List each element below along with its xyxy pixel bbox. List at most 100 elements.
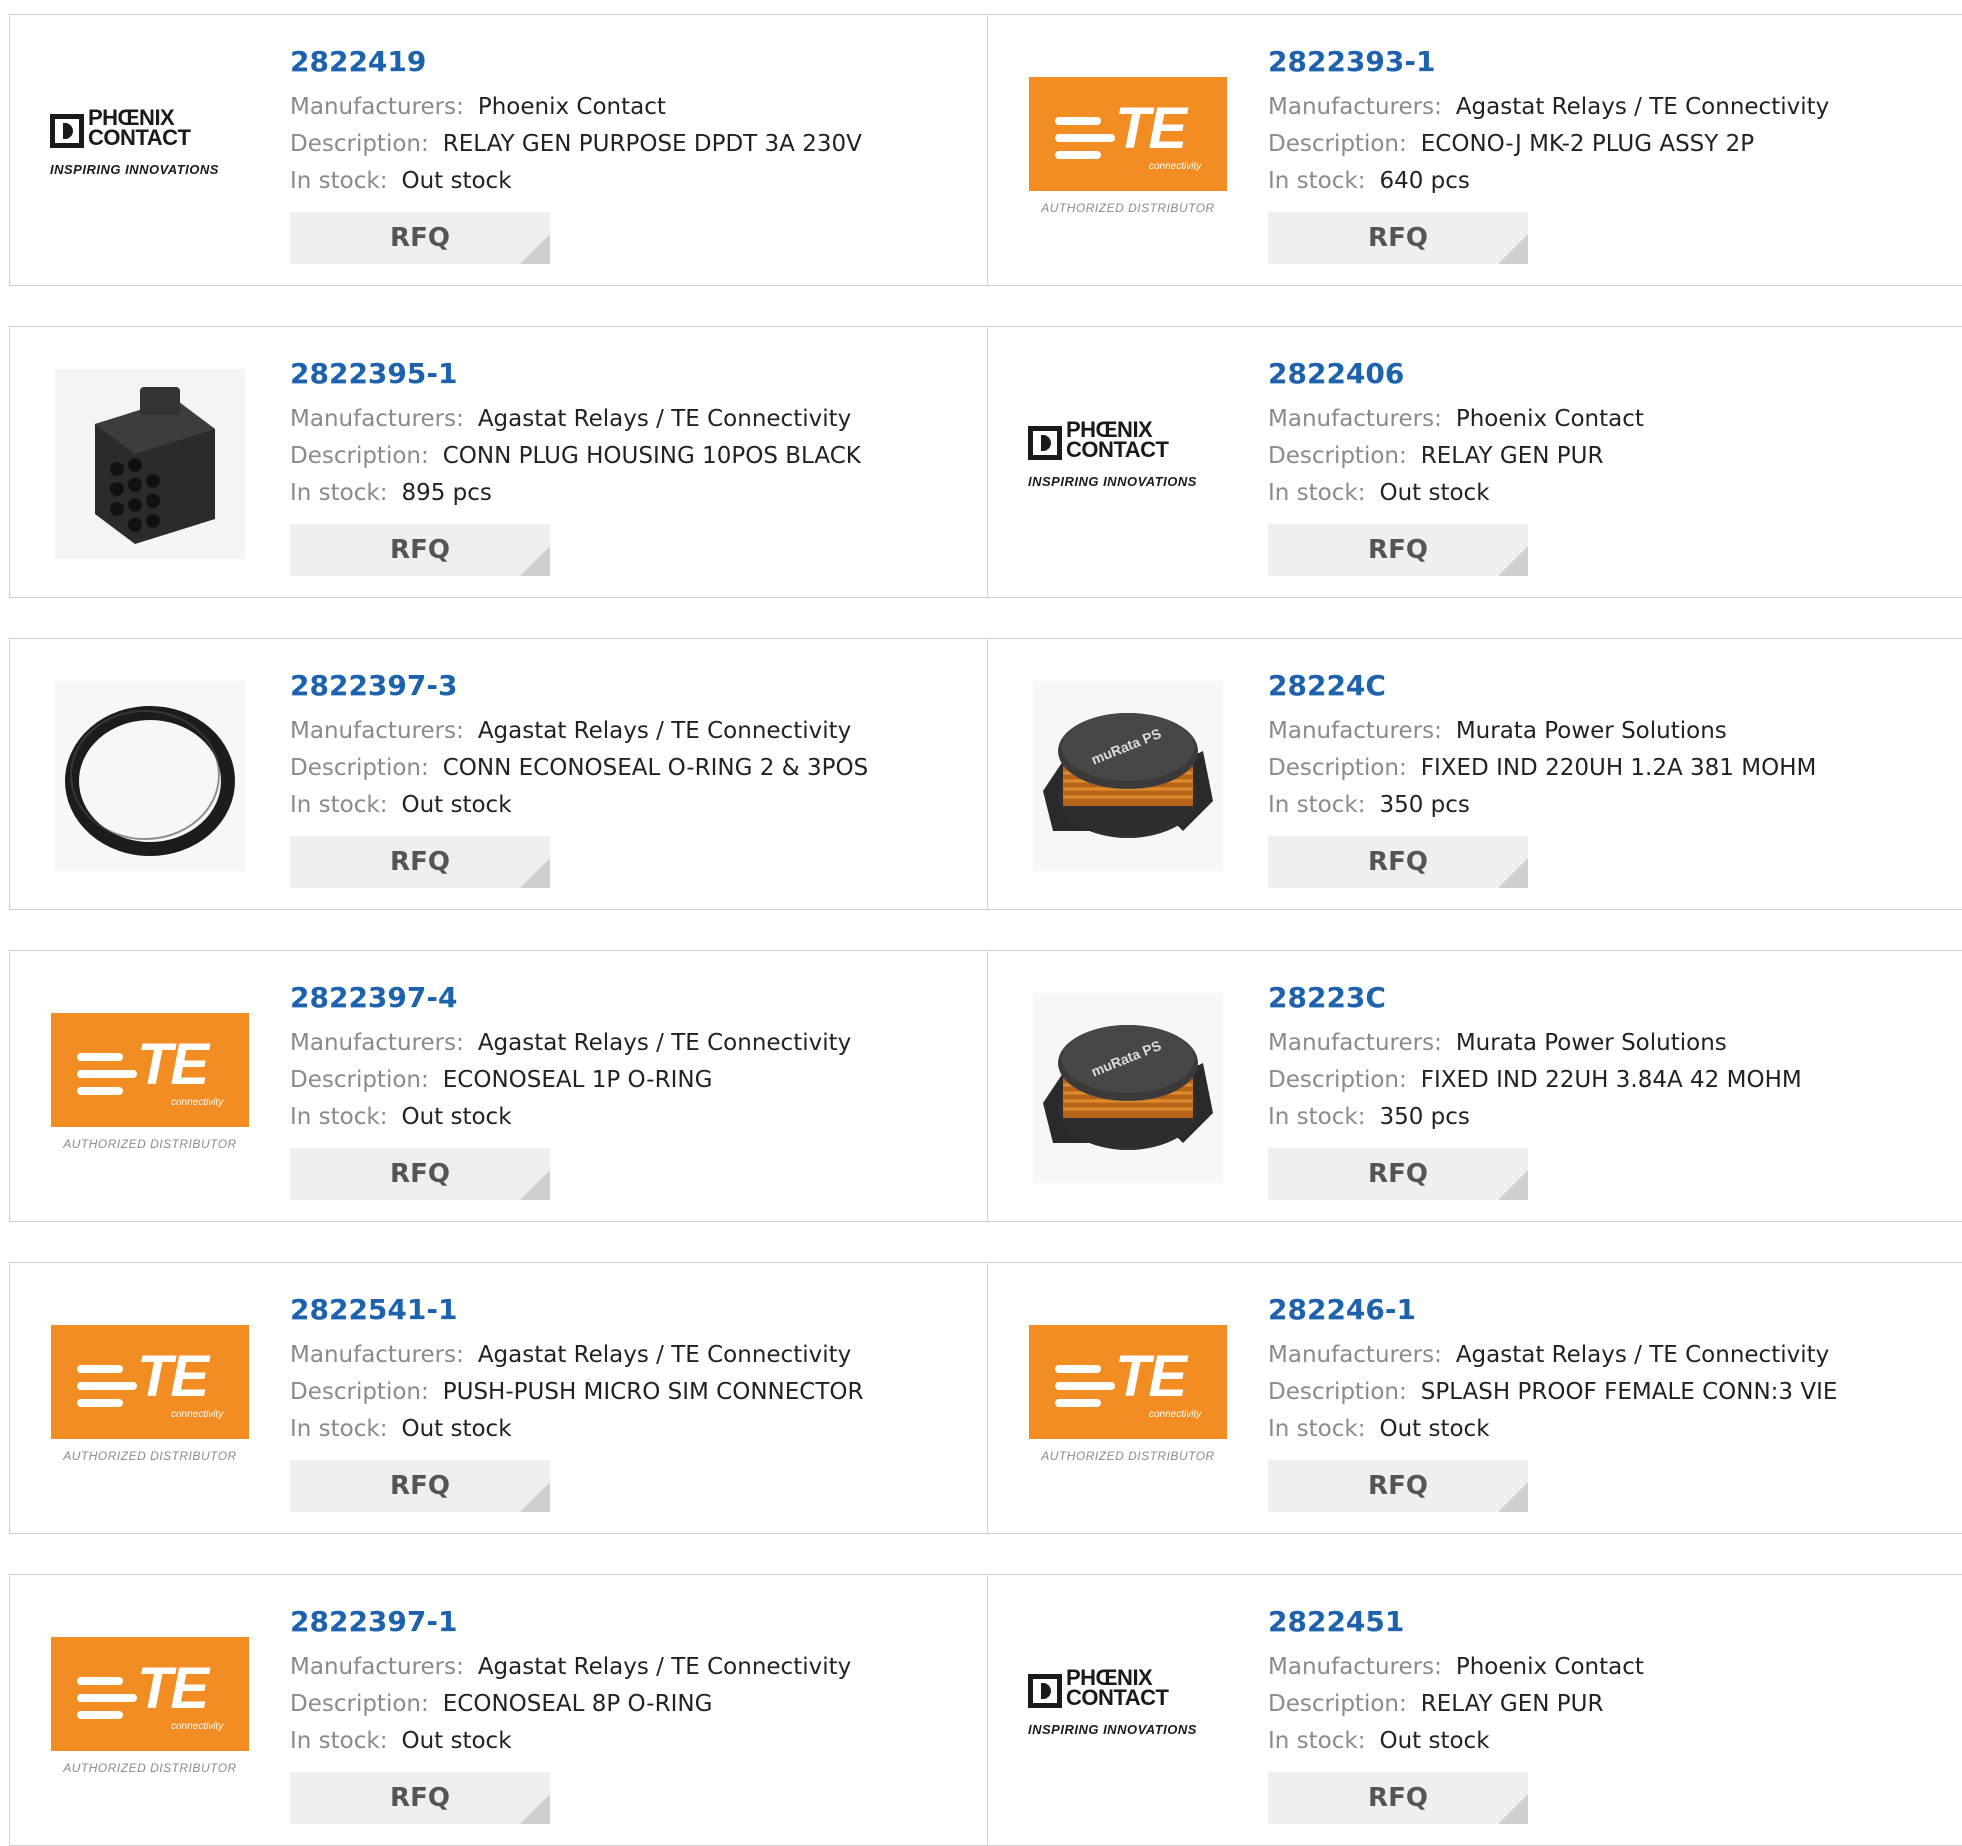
in-stock-label: In stock: <box>1268 792 1366 818</box>
manufacturer-value: Agastat Relays / TE Connectivity <box>477 1030 852 1056</box>
part-number-link[interactable]: 28223C <box>1268 981 1918 1015</box>
manufacturer-line: Manufacturers: Phoenix Contact <box>290 89 940 126</box>
stock-line: In stock: Out stock <box>290 1099 940 1136</box>
rfq-button[interactable]: RFQ <box>1268 836 1528 888</box>
in-stock-label: In stock: <box>290 1728 388 1754</box>
part-number-link[interactable]: 2822395-1 <box>290 357 940 391</box>
description-value: RELAY GEN PUR <box>1420 1691 1604 1717</box>
product-row: 2822395-1 Manufacturers: Agastat Relays /… <box>9 326 1962 598</box>
product-card: muRata PS 28224C Manufacturers: Murata Po… <box>988 639 1962 909</box>
rfq-button-label: RFQ <box>1368 535 1428 565</box>
product-image[interactable]: TE connectivity AUTHORIZED DISTRIBUTOR <box>1028 52 1228 252</box>
part-number-link[interactable]: 2822397-1 <box>290 1605 940 1639</box>
phoenix-contact-logo: PHŒNIX CONTACT INSPIRING INNOVATIONS <box>1028 417 1197 489</box>
description-value: CONN ECONOSEAL O-RING 2 & 3POS <box>442 755 869 781</box>
product-image[interactable]: muRata PS <box>1028 676 1228 876</box>
in-stock-label: In stock: <box>290 480 388 506</box>
te-connectivity-logo: TE connectivity AUTHORIZED DISTRIBUTOR <box>1029 77 1227 227</box>
in-stock-label: In stock: <box>1268 168 1366 194</box>
te-connectivity-logo: TE connectivity AUTHORIZED DISTRIBUTOR <box>1029 1325 1227 1475</box>
manufacturers-label: Manufacturers: <box>290 1654 464 1680</box>
rfq-button[interactable]: RFQ <box>290 1772 550 1824</box>
te-connectivity-logo: TE connectivity AUTHORIZED DISTRIBUTOR <box>51 1325 249 1475</box>
rfq-button[interactable]: RFQ <box>290 1148 550 1200</box>
description-line: Description: PUSH-PUSH MICRO SIM CONNECTO… <box>290 1374 940 1411</box>
manufacturer-value: Agastat Relays / TE Connectivity <box>1455 1342 1830 1368</box>
manufacturers-label: Manufacturers: <box>290 1342 464 1368</box>
part-number-link[interactable]: 2822406 <box>1268 357 1918 391</box>
stock-value: Out stock <box>1379 480 1490 506</box>
product-image[interactable]: PHŒNIX CONTACT INSPIRING INNOVATIONS <box>1028 1612 1228 1812</box>
manufacturer-value: Agastat Relays / TE Connectivity <box>477 406 852 432</box>
product-image[interactable] <box>50 676 250 876</box>
rfq-button-label: RFQ <box>390 1783 450 1813</box>
description-value: RELAY GEN PUR <box>1420 443 1604 469</box>
description-line: Description: ECONOSEAL 8P O-RING <box>290 1686 940 1723</box>
rfq-button[interactable]: RFQ <box>290 212 550 264</box>
product-image[interactable]: TE connectivity AUTHORIZED DISTRIBUTOR <box>50 1612 250 1812</box>
manufacturer-value: Agastat Relays / TE Connectivity <box>477 718 852 744</box>
manufacturer-value: Murata Power Solutions <box>1455 718 1727 744</box>
product-card: muRata PS 28223C Manufacturers: Murata Po… <box>988 951 1962 1221</box>
product-card: PHŒNIX CONTACT INSPIRING INNOVATIONS 2822… <box>988 1575 1962 1845</box>
stock-line: In stock: Out stock <box>290 163 940 200</box>
in-stock-label: In stock: <box>290 1416 388 1442</box>
part-number-link[interactable]: 282246-1 <box>1268 1293 1918 1327</box>
part-number-link[interactable]: 2822397-4 <box>290 981 940 1015</box>
manufacturer-value: Murata Power Solutions <box>1455 1030 1727 1056</box>
description-line: Description: SPLASH PROOF FEMALE CONN:3 V… <box>1268 1374 1918 1411</box>
manufacturers-label: Manufacturers: <box>1268 718 1442 744</box>
rfq-button[interactable]: RFQ <box>290 1460 550 1512</box>
rfq-button[interactable]: RFQ <box>290 524 550 576</box>
product-row: TE connectivity AUTHORIZED DISTRIBUTOR 2… <box>9 1262 1962 1534</box>
stock-value: Out stock <box>401 1104 512 1130</box>
rfq-button[interactable]: RFQ <box>1268 1148 1528 1200</box>
manufacturer-line: Manufacturers: Agastat Relays / TE Connec… <box>290 1025 940 1062</box>
product-card: TE connectivity AUTHORIZED DISTRIBUTOR 2… <box>10 1263 988 1533</box>
corner-fold-icon <box>1498 234 1528 264</box>
product-image[interactable]: muRata PS <box>1028 988 1228 1188</box>
corner-fold-icon <box>520 234 550 264</box>
phoenix-contact-logo: PHŒNIX CONTACT INSPIRING INNOVATIONS <box>1028 1665 1197 1737</box>
inductor-photo: muRata PS <box>1033 681 1223 871</box>
rfq-button-label: RFQ <box>1368 847 1428 877</box>
part-number-link[interactable]: 28224C <box>1268 669 1918 703</box>
product-row: PHŒNIX CONTACT INSPIRING INNOVATIONS 2822… <box>9 14 1962 286</box>
rfq-button-label: RFQ <box>390 1471 450 1501</box>
in-stock-label: In stock: <box>290 1104 388 1130</box>
description-line: Description: FIXED IND 220UH 1.2A 381 MOH… <box>1268 750 1918 787</box>
part-number-link[interactable]: 2822541-1 <box>290 1293 940 1327</box>
stock-value: 895 pcs <box>401 480 492 506</box>
product-image[interactable]: TE connectivity AUTHORIZED DISTRIBUTOR <box>50 1300 250 1500</box>
rfq-button[interactable]: RFQ <box>1268 524 1528 576</box>
part-number-link[interactable]: 2822451 <box>1268 1605 1918 1639</box>
rfq-button[interactable]: RFQ <box>1268 1460 1528 1512</box>
part-number-link[interactable]: 2822393-1 <box>1268 45 1918 79</box>
manufacturer-value: Phoenix Contact <box>477 94 666 120</box>
stock-line: In stock: 895 pcs <box>290 475 940 512</box>
product-image[interactable] <box>50 364 250 564</box>
manufacturer-line: Manufacturers: Murata Power Solutions <box>1268 713 1918 750</box>
manufacturers-label: Manufacturers: <box>290 94 464 120</box>
stock-value: Out stock <box>1379 1728 1490 1754</box>
in-stock-label: In stock: <box>290 792 388 818</box>
part-number-link[interactable]: 2822419 <box>290 45 940 79</box>
corner-fold-icon <box>1498 1482 1528 1512</box>
rfq-button[interactable]: RFQ <box>290 836 550 888</box>
product-card: TE connectivity AUTHORIZED DISTRIBUTOR 2… <box>10 951 988 1221</box>
corner-fold-icon <box>1498 858 1528 888</box>
rfq-button-label: RFQ <box>390 1159 450 1189</box>
rfq-button[interactable]: RFQ <box>1268 212 1528 264</box>
part-number-link[interactable]: 2822397-3 <box>290 669 940 703</box>
product-image[interactable]: TE connectivity AUTHORIZED DISTRIBUTOR <box>1028 1300 1228 1500</box>
product-image[interactable]: PHŒNIX CONTACT INSPIRING INNOVATIONS <box>1028 364 1228 564</box>
product-image[interactable]: TE connectivity AUTHORIZED DISTRIBUTOR <box>50 988 250 1188</box>
product-image[interactable]: PHŒNIX CONTACT INSPIRING INNOVATIONS <box>50 52 250 252</box>
description-value: CONN PLUG HOUSING 10POS BLACK <box>442 443 861 469</box>
product-card: TE connectivity AUTHORIZED DISTRIBUTOR 2… <box>988 1263 1962 1533</box>
description-label: Description: <box>290 131 429 157</box>
description-label: Description: <box>1268 755 1407 781</box>
rfq-button[interactable]: RFQ <box>1268 1772 1528 1824</box>
rfq-button-label: RFQ <box>390 535 450 565</box>
manufacturers-label: Manufacturers: <box>290 718 464 744</box>
